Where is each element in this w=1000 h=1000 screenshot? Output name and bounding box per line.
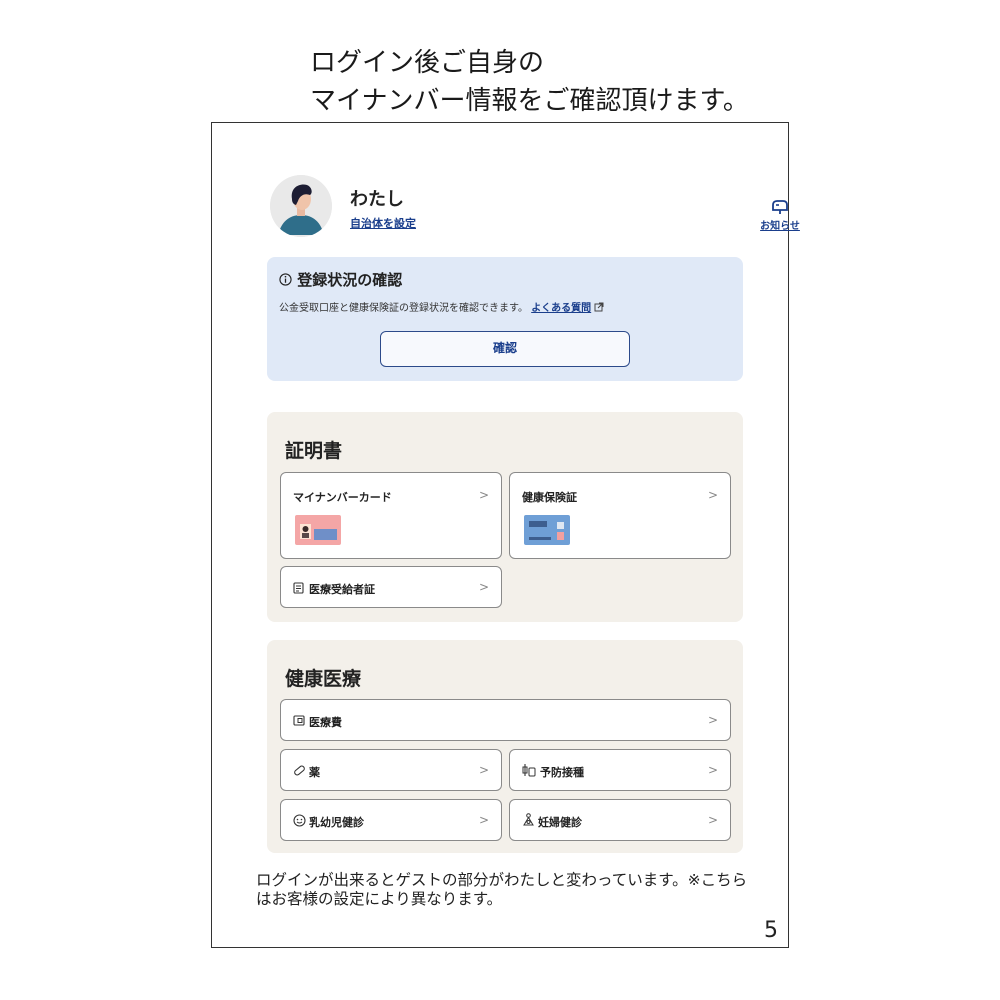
chevron-right-icon: > (707, 763, 718, 777)
vaccination-item[interactable]: 予防接種 > (509, 749, 731, 791)
baby-face-icon (293, 814, 306, 827)
info-circle-icon (279, 273, 292, 286)
healthcare-section: 健康医療 医療費 > 薬 > 予防接種 > 乳幼児健診 > 妊婦健診 > (267, 640, 743, 853)
notice-button[interactable]: お知らせ (758, 199, 802, 232)
faq-link[interactable]: よくある質問 (531, 303, 591, 314)
pill-icon (294, 765, 305, 776)
insurance-card-item[interactable]: 健康保険証 > (509, 472, 731, 559)
infant-checkup-label: 乳幼児健診 (309, 816, 364, 829)
vaccination-label: 予防接種 (540, 766, 584, 779)
confirm-button[interactable]: 確認 (380, 331, 630, 367)
chevron-right-icon: > (707, 813, 718, 827)
login-note: ログインが出来るとゲストの部分がわたしと変わっています。※こちらはお客様の設定に… (256, 871, 748, 908)
heading-line-2: マイナンバー情報をご確認頂けます。 (310, 86, 749, 116)
medical-recipient-card-item[interactable]: 医療受給者証 > (280, 566, 502, 608)
person-avatar-icon (270, 175, 332, 237)
medicine-item[interactable]: 薬 > (280, 749, 502, 791)
mailbox-icon (772, 200, 788, 214)
mynumber-card-image (295, 515, 341, 545)
pregnancy-checkup-item[interactable]: 妊婦健診 > (509, 799, 731, 841)
page-number: 5 (764, 918, 778, 943)
heading-line-1: ログイン後ご自身の (310, 48, 545, 78)
chevron-right-icon: > (707, 713, 718, 727)
wallet-icon (293, 715, 305, 726)
mynumber-card-item[interactable]: マイナンバーカード > (280, 472, 502, 559)
profile-header: わたし 自治体を設定 お知らせ (270, 175, 890, 245)
notice-label: お知らせ (760, 221, 800, 232)
medical-expenses-label: 医療費 (309, 716, 342, 729)
chevron-right-icon: > (478, 763, 489, 777)
medical-recipient-label: 医療受給者証 (309, 583, 375, 596)
medicine-label: 薬 (309, 766, 320, 779)
app-screenshot-frame: わたし 自治体を設定 お知らせ 登録状況の確認 公金受取口座と健康保険証の登録状… (211, 122, 800, 948)
insurance-card-image (524, 515, 570, 545)
chevron-right-icon: > (707, 488, 718, 502)
healthcare-title: 健康医療 (285, 668, 362, 690)
registration-description: 公金受取口座と健康保険証の登録状況を確認できます。 よくある質問 (279, 299, 604, 314)
vaccine-icon (522, 764, 536, 777)
medical-expenses-item[interactable]: 医療費 > (280, 699, 731, 741)
page-heading: ログイン後ご自身の マイナンバー情報をご確認頂けます。 (310, 44, 749, 120)
external-link-icon (594, 302, 604, 312)
registration-title: 登録状況の確認 (279, 269, 402, 290)
certificates-section: 証明書 マイナンバーカード > 健康保険証 > 医療受給者証 > (267, 412, 743, 622)
document-icon (293, 582, 304, 594)
insurance-card-label: 健康保険証 (522, 491, 577, 504)
chevron-right-icon: > (478, 813, 489, 827)
chevron-right-icon: > (478, 488, 489, 502)
chevron-right-icon: > (478, 580, 489, 594)
user-name: わたし (350, 189, 404, 210)
certificates-title: 証明書 (285, 440, 343, 462)
infant-checkup-item[interactable]: 乳幼児健診 > (280, 799, 502, 841)
avatar (270, 175, 332, 237)
registration-desc-text: 公金受取口座と健康保険証の登録状況を確認できます。 (279, 303, 528, 314)
pregnant-icon (523, 813, 534, 826)
registration-title-text: 登録状況の確認 (297, 271, 403, 289)
registration-status-panel: 登録状況の確認 公金受取口座と健康保険証の登録状況を確認できます。 よくある質問… (267, 257, 743, 381)
set-municipality-link[interactable]: 自治体を設定 (350, 215, 416, 231)
pregnancy-checkup-label: 妊婦健診 (538, 816, 582, 829)
mynumber-card-label: マイナンバーカード (293, 491, 392, 504)
